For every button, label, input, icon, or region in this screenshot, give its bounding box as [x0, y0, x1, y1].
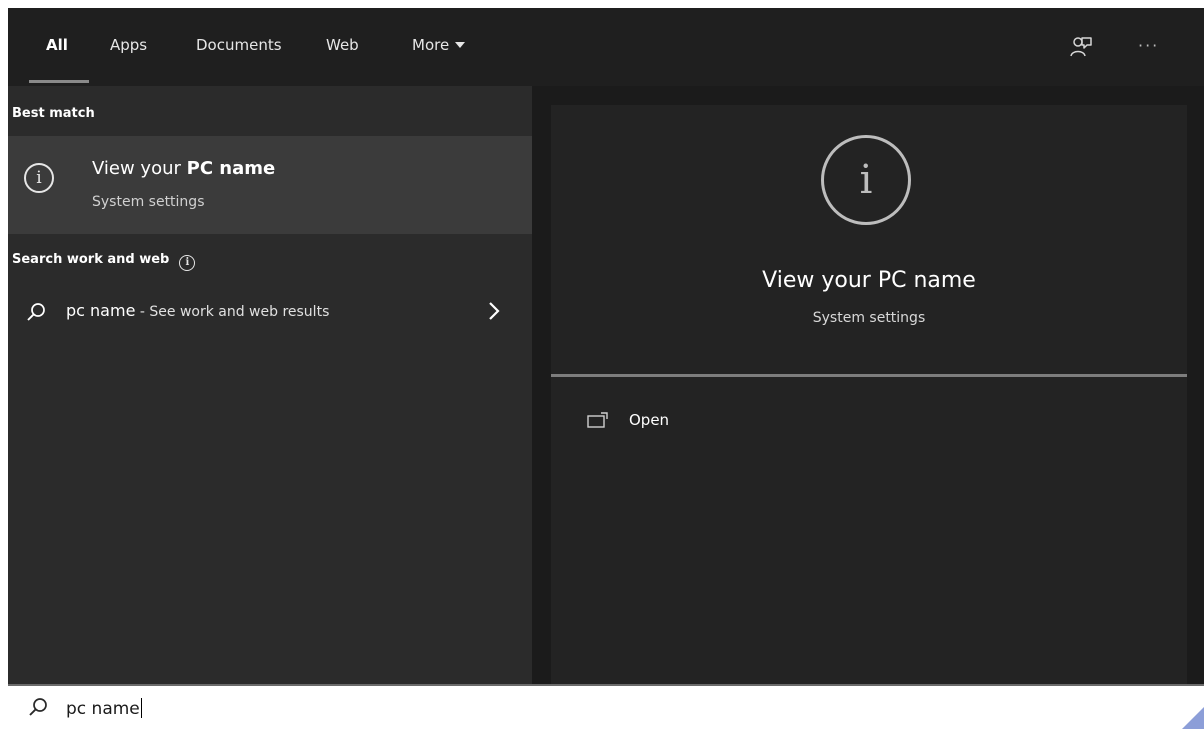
chevron-right-icon[interactable] [486, 300, 502, 322]
caret-down-icon [455, 42, 466, 48]
open-label: Open [629, 411, 670, 429]
search-icon [29, 698, 47, 716]
tab-more[interactable]: More [412, 36, 466, 54]
best-match-title: View your PC name [92, 158, 276, 179]
web-result-text: pc name - See work and web results [66, 301, 330, 320]
web-result-item[interactable]: pc name - See work and web results [8, 292, 532, 332]
results-list: Best match i View your PC name System se… [8, 86, 532, 684]
tab-more-label: More [412, 36, 450, 54]
search-box[interactable]: pc name [8, 684, 1204, 729]
tab-documents[interactable]: Documents [196, 36, 282, 54]
preview-title: View your PC name [762, 268, 976, 293]
info-icon: i [24, 163, 54, 193]
open-window-icon [587, 412, 608, 428]
tab-web[interactable]: Web [326, 36, 359, 54]
feedback-icon[interactable] [1068, 34, 1094, 60]
info-icon: i [821, 135, 911, 225]
open-button[interactable]: Open [587, 405, 669, 435]
search-work-web-header: Search work and web i [12, 252, 196, 271]
search-input[interactable]: pc name [66, 698, 142, 719]
active-tab-indicator [29, 80, 89, 83]
tab-bar: All Apps Documents Web More ··· [8, 8, 1204, 86]
best-match-item[interactable]: i View your PC name System settings [8, 136, 532, 234]
more-options-button[interactable]: ··· [1138, 36, 1159, 55]
search-window-root: All Apps Documents Web More ··· Best mat… [0, 0, 1204, 729]
best-match-subtitle: System settings [92, 194, 205, 210]
preview-divider [551, 374, 1187, 377]
best-match-header: Best match [12, 106, 95, 121]
text-caret [140, 698, 142, 718]
tab-all[interactable]: All [46, 36, 68, 54]
preview-pane: i View your PC name System settings Open [532, 86, 1204, 684]
preview-subtitle: System settings [812, 310, 926, 326]
tab-apps[interactable]: Apps [110, 36, 147, 54]
search-icon [27, 303, 45, 321]
preview-card: i View your PC name System settings Open [551, 105, 1187, 684]
corner-accent [1182, 707, 1204, 729]
search-flyout: All Apps Documents Web More ··· Best mat… [8, 8, 1204, 684]
info-icon[interactable]: i [179, 254, 196, 271]
